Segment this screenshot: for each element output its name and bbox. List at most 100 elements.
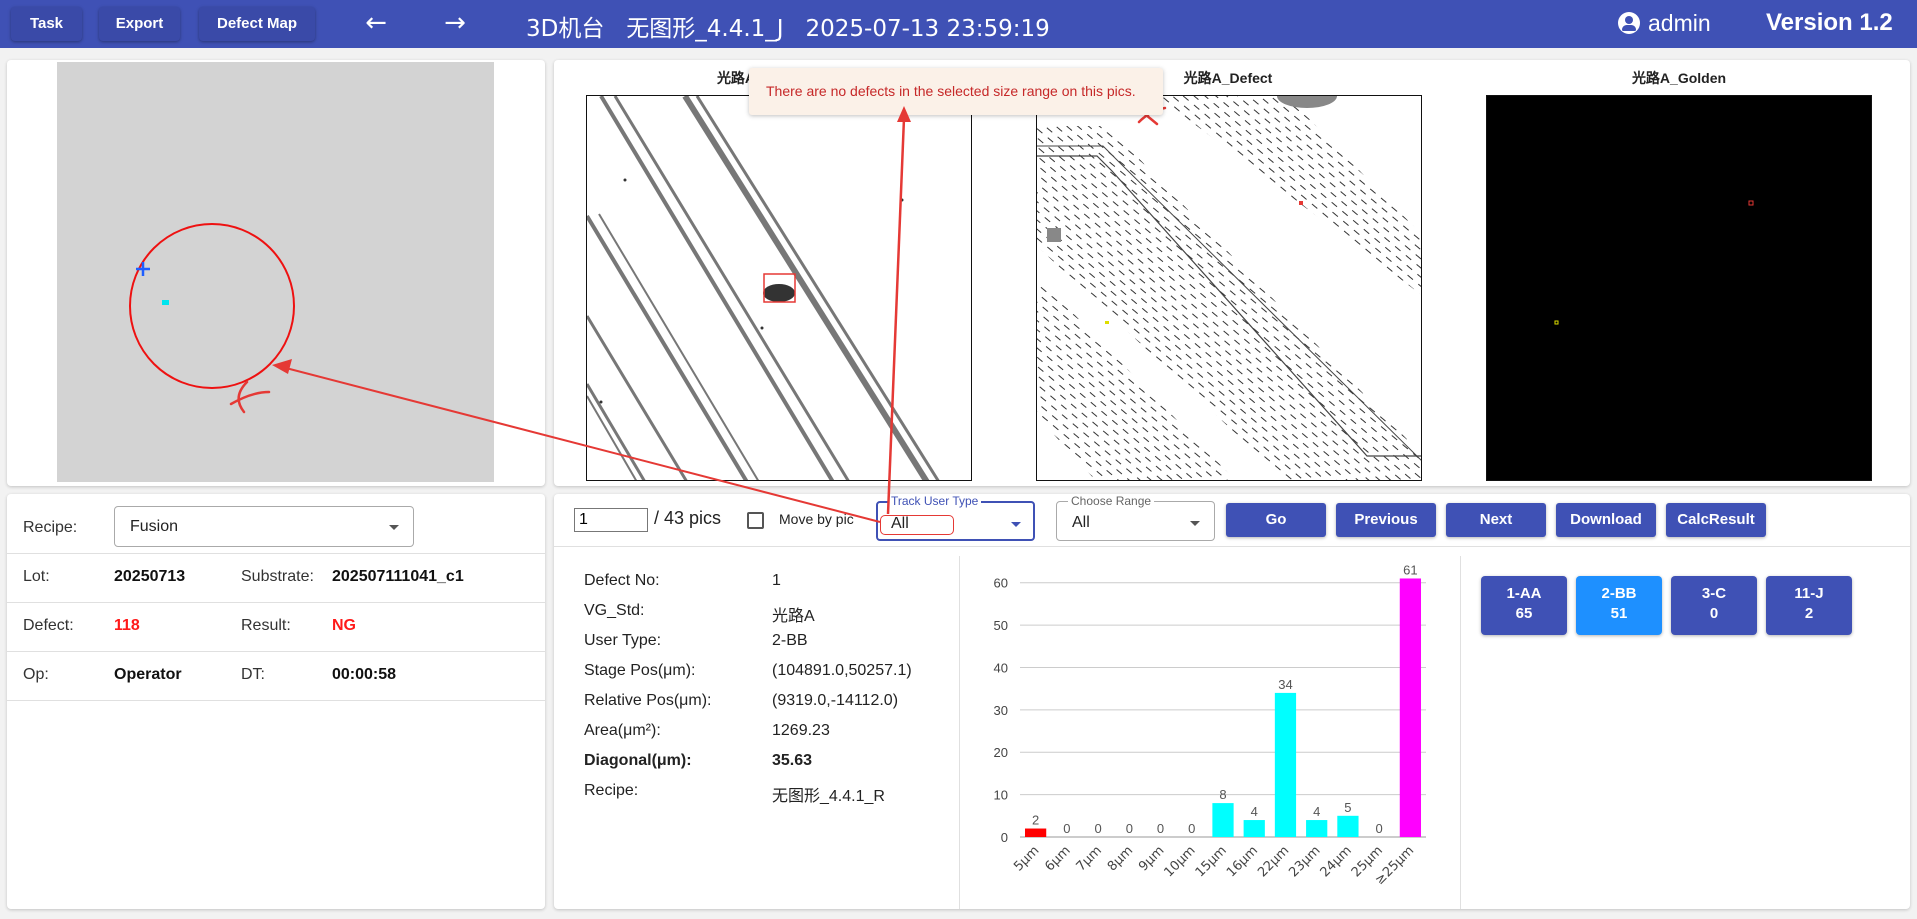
chart-data-label: 0 (1094, 821, 1101, 836)
chart-y-tick-label: 30 (994, 703, 1008, 718)
defect-label: Defect: (23, 617, 74, 634)
chart-x-tick-label: 10μm (1161, 843, 1198, 880)
chart-data-label: 0 (1157, 821, 1164, 836)
defect-no-label: Defect No: (584, 572, 660, 589)
export-button[interactable]: Export (99, 7, 180, 41)
user-type-card-2-bb[interactable]: 2-BB 51 (1576, 576, 1662, 635)
user-type-value: 2-BB (772, 632, 808, 649)
area-label: Area(μm²): (584, 722, 661, 739)
chart-y-tick-label: 50 (994, 618, 1008, 633)
user-type-name: 3-C (1701, 585, 1727, 602)
substrate-value: 202507111041_c1 (332, 568, 464, 585)
go-button[interactable]: Go (1226, 503, 1326, 537)
previous-button[interactable]: Previous (1336, 503, 1436, 537)
chart-data-label: 0 (1126, 821, 1133, 836)
arrow-left-icon[interactable]: ← (359, 8, 393, 40)
dt-label: DT: (241, 666, 265, 683)
chart-x-tick-label: 15μm (1193, 843, 1230, 880)
substrate-details-panel: Recipe: Fusion Lot: 20250713 Substrate: … (7, 494, 545, 909)
diagonal-value: 35.63 (772, 752, 813, 769)
arrow-right-icon[interactable]: → (438, 8, 472, 40)
op-value: Operator (114, 666, 182, 683)
next-button[interactable]: Next (1446, 503, 1546, 537)
chart-bar (1243, 820, 1265, 837)
user-type-card-1-aa[interactable]: 1-AA 65 (1481, 576, 1567, 635)
relative-pos-label: Relative Pos(μm): (584, 692, 712, 709)
user-type-count: 0 (1709, 605, 1719, 622)
chart-data-label: 0 (1376, 821, 1383, 836)
chart-y-tick-label: 40 (994, 660, 1008, 675)
dt-value: 00:00:58 (332, 666, 397, 683)
chart-x-tick-label: 22μm (1255, 843, 1292, 880)
image-a-svg (587, 96, 940, 480)
move-by-pic-checkbox[interactable] (747, 512, 764, 529)
relative-pos-value: (9319.0,-14112.0) (772, 692, 899, 709)
chart-y-tick-label: 20 (994, 745, 1008, 760)
chart-x-tick-label: 8μm (1105, 843, 1136, 874)
chart-data-label: 0 (1188, 821, 1195, 836)
user-type-card-3-c[interactable]: 3-C 0 (1671, 576, 1757, 635)
diagonal-label: Diagonal(μm): (584, 752, 692, 769)
image-golden-svg (1554, 200, 1754, 325)
user-menu[interactable]: admin (1618, 10, 1711, 37)
version-label: Version 1.2 (1766, 9, 1893, 36)
user-type-label: User Type: (584, 632, 662, 649)
chart-data-label: 4 (1313, 804, 1320, 819)
choose-range-value: All (1072, 514, 1090, 531)
vg-std-value: 光路A (772, 608, 815, 625)
vg-std-label: VG_Std: (584, 602, 645, 619)
calc-result-button[interactable]: CalcResult (1666, 503, 1766, 537)
chevron-down-icon (1190, 521, 1200, 526)
chart-y-tick-label: 0 (1001, 830, 1008, 845)
chart-bar (1306, 820, 1328, 837)
defect-map-button[interactable]: Defect Map (199, 7, 315, 41)
recipe-select[interactable]: Fusion (114, 506, 414, 547)
user-type-card-11-j[interactable]: 11-J 2 (1766, 576, 1852, 635)
wafer-outline (129, 223, 295, 389)
no-defects-tooltip: There are no defects in the selected siz… (749, 68, 1163, 115)
chart-data-label: 34 (1278, 677, 1292, 692)
chart-x-tick-label: 6μm (1042, 843, 1073, 874)
wafer-map-canvas[interactable] (57, 62, 494, 482)
substrate-label: Substrate: (241, 568, 314, 585)
defect-size-chart: 010203040506025μm06μm07μm08μm09μm010μm81… (994, 562, 1426, 888)
chart-x-tick-label: 16μm (1224, 843, 1261, 880)
page-title: 3D机台 无图形_4.4.1_J 2025-07-13 23:59:19 (526, 16, 1050, 42)
task-button[interactable]: Task (11, 7, 82, 41)
chart-x-tick-label: 5μm (1011, 843, 1042, 874)
wafer-map-panel (7, 60, 545, 486)
image-defect-svg (1037, 96, 1421, 480)
annotation-highlight (880, 515, 954, 535)
chart-data-label: 2 (1032, 813, 1039, 828)
annotation-scribble (229, 380, 271, 414)
image-a[interactable] (586, 95, 972, 481)
chart-data-label: 61 (1403, 562, 1417, 577)
page-number-input[interactable] (574, 508, 648, 532)
stage-pos-value: (104891.0,50257.1) (772, 662, 912, 679)
chart-data-label: 5 (1344, 800, 1351, 815)
recipe-info-label: Recipe: (584, 782, 639, 799)
chart-data-label: 4 (1251, 804, 1258, 819)
result-value: NG (332, 617, 356, 634)
image-defect[interactable] (1036, 95, 1422, 481)
image-title-defect: 光路A_Defect (1183, 70, 1273, 86)
user-type-count: 65 (1515, 605, 1533, 622)
wafer-map-svg (129, 223, 295, 414)
chart-bar (1024, 828, 1047, 837)
user-name: admin (1648, 10, 1711, 36)
chart-x-tick-label: 23μm (1286, 843, 1323, 880)
user-type-name: 2-BB (1601, 585, 1637, 602)
chart-bar (1212, 803, 1234, 837)
op-label: Op: (23, 666, 49, 683)
area-value: 1269.23 (772, 722, 830, 739)
user-type-count: 51 (1610, 605, 1628, 622)
move-by-pic-label: Move by pic (779, 511, 854, 527)
lot-value: 20250713 (114, 568, 186, 585)
download-button[interactable]: Download (1556, 503, 1656, 537)
choose-range-label: Choose Range (1068, 494, 1155, 508)
recipe-info-value: 无图形_4.4.1_R (772, 788, 885, 805)
chart-bar (1399, 578, 1422, 837)
image-golden[interactable] (1486, 95, 1872, 481)
recipe-select-value: Fusion (130, 518, 179, 535)
defect-count-value: 118 (114, 617, 140, 634)
